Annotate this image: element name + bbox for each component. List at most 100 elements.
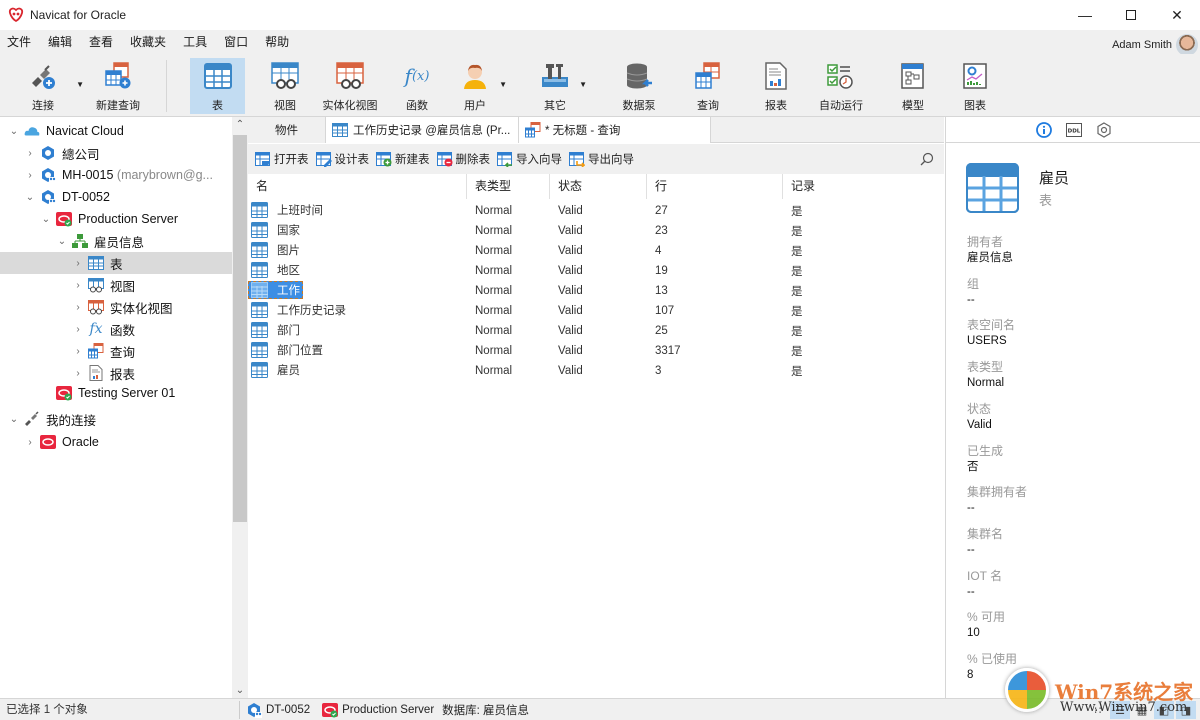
ddl-icon[interactable]: DDL bbox=[1065, 122, 1082, 138]
connect-dropdown-icon[interactable]: ▼ bbox=[76, 80, 84, 89]
chevron-right-icon[interactable]: › bbox=[72, 258, 84, 269]
chevron-down-icon[interactable]: ⌄ bbox=[8, 414, 20, 425]
table-row[interactable]: 地区 Normal Valid 19 是 bbox=[248, 261, 940, 281]
import-wizard-button[interactable]: 导入向导 bbox=[497, 151, 562, 167]
close-button[interactable]: ✕ bbox=[1154, 0, 1200, 30]
shared-project-icon bbox=[40, 167, 56, 183]
tree-item-schema[interactable]: ⌄ 雇员信息 bbox=[0, 230, 232, 252]
column-header-status[interactable]: 状态 bbox=[550, 174, 647, 199]
export-wizard-button[interactable]: 导出向导 bbox=[569, 151, 634, 167]
hexagon-icon[interactable] bbox=[1096, 121, 1112, 138]
menu-file[interactable]: 文件 bbox=[0, 30, 40, 54]
tab-table-design[interactable]: 工作历史记录 @雇员信息 (Pr... bbox=[326, 117, 519, 143]
info-icon[interactable] bbox=[1035, 121, 1052, 138]
tree-item-navicat-cloud[interactable]: ⌄ Navicat Cloud bbox=[0, 120, 232, 142]
function-button[interactable]: f (x) 函数 bbox=[395, 58, 439, 114]
chevron-right-icon[interactable]: › bbox=[72, 346, 84, 357]
new-table-button[interactable]: 新建表 bbox=[376, 151, 430, 167]
navicat-logo-icon bbox=[8, 7, 24, 23]
cell-logging: 是 bbox=[791, 246, 803, 258]
search-icon[interactable] bbox=[920, 152, 934, 166]
new-query-button[interactable]: 新建查询 bbox=[88, 58, 148, 114]
table-row[interactable]: 国家 Normal Valid 23 是 bbox=[248, 221, 940, 241]
maximize-button[interactable] bbox=[1108, 0, 1154, 30]
chevron-right-icon[interactable]: › bbox=[24, 148, 36, 159]
table-row[interactable]: 工作历史记录 Normal Valid 107 是 bbox=[248, 301, 940, 321]
scroll-up-icon[interactable]: ⌃ bbox=[232, 119, 248, 130]
table-row[interactable]: 雇员 Normal Valid 3 是 bbox=[248, 361, 940, 381]
column-header-name[interactable]: 名 bbox=[248, 174, 467, 199]
tab-objects[interactable]: 物件 bbox=[248, 117, 326, 143]
property-item: 拥有者 雇员信息 bbox=[967, 234, 1013, 266]
table-row[interactable]: 图片 Normal Valid 4 是 bbox=[248, 241, 940, 261]
tab-untitled-query[interactable]: * 无标题 - 查询 bbox=[519, 117, 711, 143]
chevron-right-icon[interactable]: › bbox=[72, 302, 84, 313]
minimize-button[interactable]: — bbox=[1062, 0, 1108, 30]
table-row[interactable]: 工作 Normal Valid 13 是 bbox=[248, 281, 940, 301]
user-button[interactable]: ▼ 用户 bbox=[455, 58, 507, 114]
connect-button[interactable]: ▼ 连接 bbox=[14, 58, 84, 114]
scrollbar-thumb[interactable] bbox=[233, 135, 247, 522]
delete-table-button[interactable]: 删除表 bbox=[436, 151, 490, 167]
tree-item-my-connections[interactable]: ⌄ 我的连接 bbox=[0, 408, 232, 430]
cell-type: Normal bbox=[475, 225, 513, 237]
scroll-down-icon[interactable]: ⌄ bbox=[232, 685, 248, 696]
menu-edit[interactable]: 编辑 bbox=[40, 30, 81, 54]
menu-window[interactable]: 窗口 bbox=[216, 30, 257, 54]
column-header-logging[interactable]: 记录 bbox=[783, 174, 940, 199]
query-button[interactable]: 查询 bbox=[690, 58, 726, 114]
column-header-rows[interactable]: 行 bbox=[647, 174, 783, 199]
other-dropdown-icon[interactable]: ▼ bbox=[579, 80, 587, 89]
tree-item-queries[interactable]: › 查询 bbox=[0, 340, 232, 362]
chart-button[interactable]: 图表 bbox=[957, 58, 993, 114]
user-dropdown-icon[interactable]: ▼ bbox=[499, 80, 507, 89]
property-value: 否 bbox=[967, 460, 979, 473]
design-table-button[interactable]: 设计表 bbox=[315, 151, 369, 167]
table-row[interactable]: 部门位置 Normal Valid 3317 是 bbox=[248, 341, 940, 361]
tree-item-testing-server[interactable]: Testing Server 01 bbox=[0, 382, 232, 404]
tree-item-mh-0015[interactable]: › MH-0015 (marybrown@g... bbox=[0, 164, 232, 186]
tree-item-oracle[interactable]: › Oracle bbox=[0, 431, 232, 453]
tree-item-project[interactable]: › 總公司 bbox=[0, 142, 232, 164]
menu-favorites[interactable]: 收藏夹 bbox=[122, 30, 175, 54]
chevron-right-icon[interactable]: › bbox=[24, 437, 36, 448]
menu-tools[interactable]: 工具 bbox=[175, 30, 216, 54]
chevron-right-icon[interactable]: › bbox=[72, 280, 84, 291]
table-row[interactable]: 部门 Normal Valid 25 是 bbox=[248, 321, 940, 341]
other-button[interactable]: ▼ 其它 bbox=[535, 58, 587, 114]
chevron-down-icon[interactable]: ⌄ bbox=[56, 236, 68, 247]
view-button[interactable]: 视图 bbox=[260, 58, 310, 114]
autorun-button[interactable]: 自动运行 bbox=[815, 58, 867, 114]
chevron-down-icon[interactable]: ⌄ bbox=[24, 192, 36, 203]
table-button[interactable]: 表 bbox=[190, 58, 245, 114]
chevron-down-icon[interactable]: ⌄ bbox=[8, 126, 20, 137]
open-table-button[interactable]: 打开表 bbox=[255, 151, 309, 167]
chevron-right-icon[interactable]: › bbox=[72, 368, 84, 379]
menu-view[interactable]: 查看 bbox=[81, 30, 122, 54]
tree-item-dt-0052[interactable]: ⌄ DT-0052 bbox=[0, 186, 232, 208]
tree-item-views[interactable]: › 视图 bbox=[0, 274, 232, 296]
datapump-button[interactable]: 数据泵 bbox=[617, 58, 661, 114]
tree-label: 实体化视图 bbox=[110, 301, 173, 316]
report-button[interactable]: 报表 bbox=[758, 58, 794, 114]
property-item: 集群名 -- bbox=[967, 526, 1003, 558]
tree-item-functions[interactable]: › fx 函数 bbox=[0, 318, 232, 340]
table-icon bbox=[251, 242, 268, 258]
chevron-right-icon[interactable]: › bbox=[72, 324, 84, 335]
chevron-down-icon[interactable]: ⌄ bbox=[40, 214, 52, 225]
tree-item-production-server[interactable]: ⌄ Production Server bbox=[0, 208, 232, 230]
sidebar-scrollbar[interactable]: ⌃ ⌄ bbox=[232, 117, 248, 698]
model-icon bbox=[898, 61, 928, 91]
chevron-right-icon[interactable]: › bbox=[24, 170, 36, 181]
tools-icon bbox=[540, 61, 570, 91]
tree-item-tables[interactable]: › 表 bbox=[0, 252, 232, 274]
table-row[interactable]: 上班时间 Normal Valid 27 是 bbox=[248, 201, 940, 221]
tree-item-materialized-views[interactable]: › 实体化视图 bbox=[0, 296, 232, 318]
user-label: 用户 bbox=[464, 100, 486, 112]
model-button[interactable]: 模型 bbox=[895, 58, 931, 114]
tree-label: 總公司 bbox=[62, 147, 100, 162]
menu-help[interactable]: 帮助 bbox=[257, 30, 298, 54]
column-header-table-type[interactable]: 表类型 bbox=[467, 174, 550, 199]
tree-item-reports[interactable]: › 报表 bbox=[0, 362, 232, 384]
materialized-view-button[interactable]: 实体化视图 bbox=[320, 58, 380, 114]
